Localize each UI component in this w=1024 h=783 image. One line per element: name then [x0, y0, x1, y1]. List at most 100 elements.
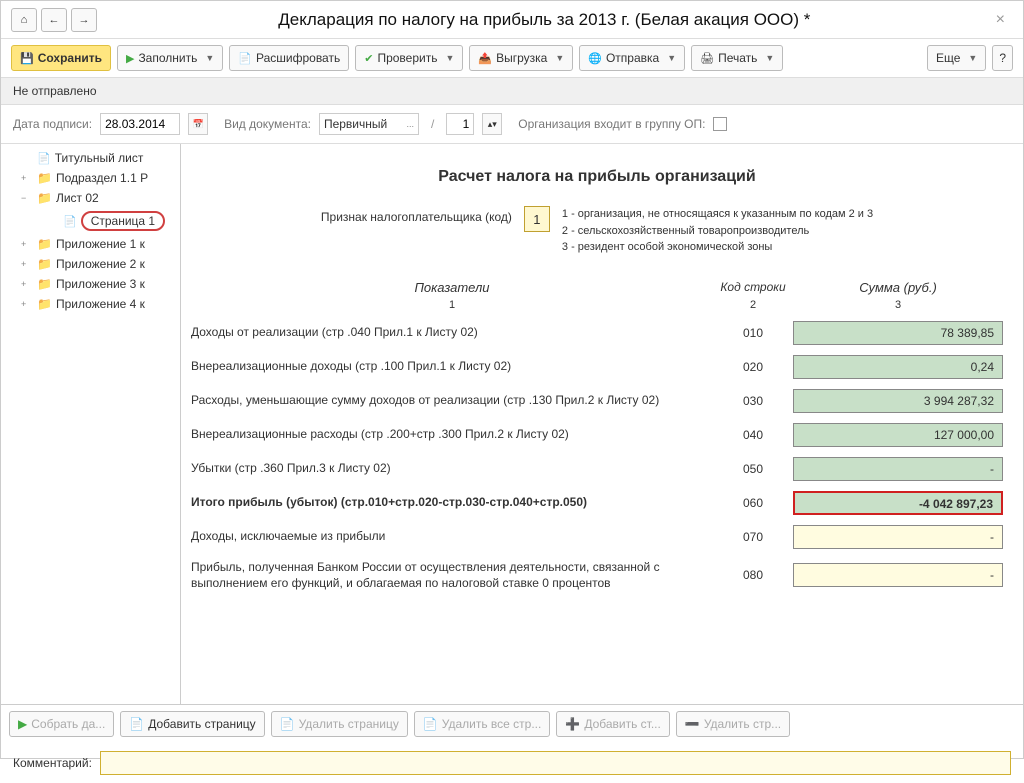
tree-item-label: Приложение 1 к — [56, 237, 145, 251]
row-label: Убытки (стр .360 Прил.3 к Листу 02) — [191, 460, 713, 477]
expand-icon[interactable]: + — [21, 173, 33, 183]
org-group-label: Организация входит в группу ОП: — [518, 117, 705, 131]
table-row: Убытки (стр .360 Прил.3 к Листу 02)050- — [191, 457, 1003, 481]
value-input[interactable]: - — [793, 563, 1003, 587]
tree-item[interactable]: 📄Страница 1 — [1, 208, 180, 234]
tree-item-label: Титульный лист — [55, 151, 144, 165]
tree-item[interactable]: + 📁 Подраздел 1.1 Р — [1, 168, 180, 188]
row-label: Внереализационные расходы (стр .200+стр … — [191, 426, 713, 443]
value-input[interactable]: 3 994 287,32 — [793, 389, 1003, 413]
help-button[interactable]: ? — [992, 45, 1013, 71]
comment-label: Комментарий: — [13, 756, 92, 770]
expand-icon[interactable]: + — [21, 279, 33, 289]
tree-item-label: Приложение 2 к — [56, 257, 145, 271]
add-page-button[interactable]: 📄Добавить страницу — [120, 711, 264, 737]
tree-item-label: Приложение 4 к — [56, 297, 145, 311]
value-input[interactable]: 127 000,00 — [793, 423, 1003, 447]
play-icon: ▶ — [126, 52, 134, 65]
printer-icon: 🖨 — [700, 52, 714, 65]
expand-icon[interactable]: + — [21, 259, 33, 269]
tree-item[interactable]: +📁Приложение 4 к — [1, 294, 180, 314]
globe-icon: 🌐 — [588, 52, 602, 65]
taxpayer-code-input[interactable]: 1 — [524, 206, 550, 232]
row-code: 030 — [713, 394, 793, 408]
row-code: 060 — [713, 496, 793, 510]
expand-icon[interactable]: − — [21, 193, 33, 203]
slash-separator: / — [431, 117, 434, 131]
delete-str-button: ➖Удалить стр... — [676, 711, 790, 737]
tree-item[interactable]: +📁Приложение 2 к — [1, 254, 180, 274]
delete-icon: ➖ — [685, 717, 700, 731]
expand-icon[interactable]: + — [21, 239, 33, 249]
tree-item-label: Подраздел 1.1 Р — [56, 171, 148, 185]
row-label: Итого прибыль (убыток) (стр.010+стр.020-… — [191, 494, 713, 511]
col-header-1: Показатели — [191, 280, 713, 295]
forward-button[interactable]: → — [71, 8, 97, 32]
table-row: Доходы от реализации (стр .040 Прил.1 к … — [191, 321, 1003, 345]
table-row: Внереализационные расходы (стр .200+стр … — [191, 423, 1003, 447]
disk-icon: 💾 — [20, 52, 34, 65]
home-button[interactable]: ⌂ — [11, 8, 37, 32]
org-group-checkbox[interactable] — [713, 117, 727, 131]
collect-button: ▶Собрать да... — [9, 711, 114, 737]
content-title: Расчет налога на прибыль организаций — [191, 168, 1003, 186]
table-row: Внереализационные доходы (стр .100 Прил.… — [191, 355, 1003, 379]
status-text: Не отправлено — [1, 77, 1023, 105]
export-button[interactable]: 📤Выгрузка▼ — [469, 45, 573, 71]
col-header-3: Сумма (руб.) — [793, 280, 1003, 295]
row-label: Расходы, уменьшающие сумму доходов от ре… — [191, 392, 713, 409]
fill-button[interactable]: ▶Заполнить▼ — [117, 45, 223, 71]
row-code: 040 — [713, 428, 793, 442]
more-button[interactable]: Еще▼ — [927, 45, 986, 71]
tree-item-label: Приложение 3 к — [56, 277, 145, 291]
tree-item[interactable]: −📁Лист 02 — [1, 188, 180, 208]
delete-page-button: 📄Удалить страницу — [271, 711, 408, 737]
doc-icon: 📄 — [238, 52, 252, 65]
decrypt-button[interactable]: 📄Расшифровать — [229, 45, 349, 71]
date-label: Дата подписи: — [13, 117, 92, 131]
check-button[interactable]: ✔Проверить▼ — [355, 45, 463, 71]
chevron-down-icon: ▼ — [968, 53, 977, 63]
value-input[interactable]: 78 389,85 — [793, 321, 1003, 345]
row-code: 070 — [713, 530, 793, 544]
tree-item[interactable]: 📄 Титульный лист — [1, 148, 180, 168]
value-input[interactable]: - — [793, 457, 1003, 481]
close-button[interactable]: × — [988, 11, 1013, 29]
tree-item[interactable]: + 📁 Приложение 1 к — [1, 234, 180, 254]
spinner-icon[interactable]: ▴▾ — [482, 113, 502, 135]
doc-type-select[interactable]: Первичный... — [319, 113, 419, 135]
print-button[interactable]: 🖨Печать▼ — [691, 45, 783, 71]
value-input[interactable]: - — [793, 525, 1003, 549]
page-number-input[interactable] — [446, 113, 474, 135]
comment-input[interactable] — [100, 751, 1011, 775]
delete-all-icon: 📄 — [423, 717, 438, 731]
table-row: Доходы, исключаемые из прибыли070- — [191, 525, 1003, 549]
window-title: Декларация по налогу на прибыль за 2013 … — [101, 10, 988, 30]
expand-icon[interactable]: + — [21, 299, 33, 309]
chevron-down-icon: ▼ — [667, 53, 676, 63]
save-button[interactable]: 💾Сохранить — [11, 45, 111, 71]
export-icon: 📤 — [478, 52, 492, 65]
check-icon: ✔ — [364, 52, 373, 65]
row-code: 080 — [713, 568, 793, 582]
send-button[interactable]: 🌐Отправка▼ — [579, 45, 685, 71]
folder-icon: 📁 — [37, 171, 52, 185]
value-input[interactable]: -4 042 897,23 — [793, 491, 1003, 515]
chevron-down-icon: ▼ — [205, 53, 214, 63]
date-input[interactable] — [100, 113, 180, 135]
section-tree: 📄Титульный лист+📁Подраздел 1.1 Р−📁Лист 0… — [1, 144, 181, 704]
calendar-icon[interactable]: 📅 — [188, 113, 208, 135]
add-icon: ➕ — [565, 717, 580, 731]
doc-icon: 📄 — [37, 152, 51, 165]
tree-item-label: Лист 02 — [56, 191, 99, 205]
col-header-2: Код строки — [713, 280, 793, 295]
row-label: Доходы, исключаемые из прибыли — [191, 528, 713, 545]
value-input[interactable]: 0,24 — [793, 355, 1003, 379]
add-str-button: ➕Добавить ст... — [556, 711, 670, 737]
tree-item[interactable]: +📁Приложение 3 к — [1, 274, 180, 294]
folder-icon: 📁 — [37, 237, 52, 251]
back-button[interactable]: ← — [41, 8, 67, 32]
row-label: Внереализационные доходы (стр .100 Прил.… — [191, 358, 713, 375]
doc-icon: 📄 — [63, 215, 77, 228]
doc-type-label: Вид документа: — [224, 117, 311, 131]
